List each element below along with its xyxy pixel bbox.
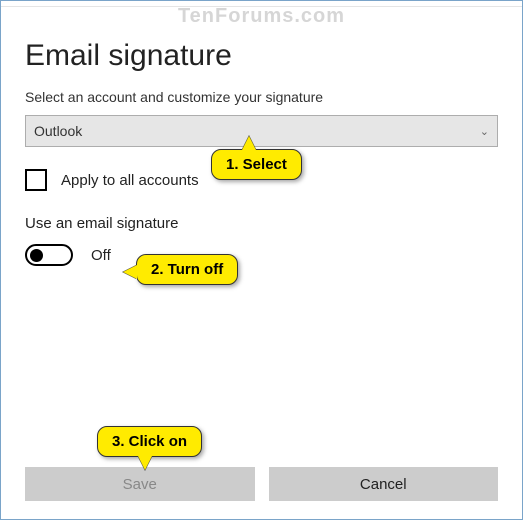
watermark-text: TenForums.com [178,5,345,28]
callout-select: 1. Select [211,149,302,180]
callout-click-on-text: 3. Click on [112,433,187,450]
callout-tail-icon [138,456,152,470]
callout-tail-icon [242,136,256,150]
callout-tail-icon [123,265,137,279]
chevron-down-icon: ⌄ [480,125,489,138]
callout-turn-off: 2. Turn off [136,254,238,285]
signature-toggle-state: Off [91,247,111,264]
window-topbar [1,1,522,7]
page-subtitle: Select an account and customize your sig… [25,89,498,105]
use-signature-label: Use an email signature [25,215,498,232]
account-select[interactable]: Outlook ⌄ [25,115,498,147]
save-button[interactable]: Save [25,467,255,501]
account-select-value: Outlook [34,123,82,139]
callout-click-on: 3. Click on [97,426,202,457]
callout-select-text: 1. Select [226,156,287,173]
cancel-button[interactable]: Cancel [269,467,499,501]
settings-pane: TenForums.com Email signature Select an … [0,0,523,520]
signature-toggle[interactable] [25,244,73,266]
apply-all-checkbox[interactable] [25,169,47,191]
callout-turn-off-text: 2. Turn off [151,261,223,278]
page-title: Email signature [25,39,498,73]
toggle-knob [30,249,43,262]
apply-all-label: Apply to all accounts [61,172,199,189]
